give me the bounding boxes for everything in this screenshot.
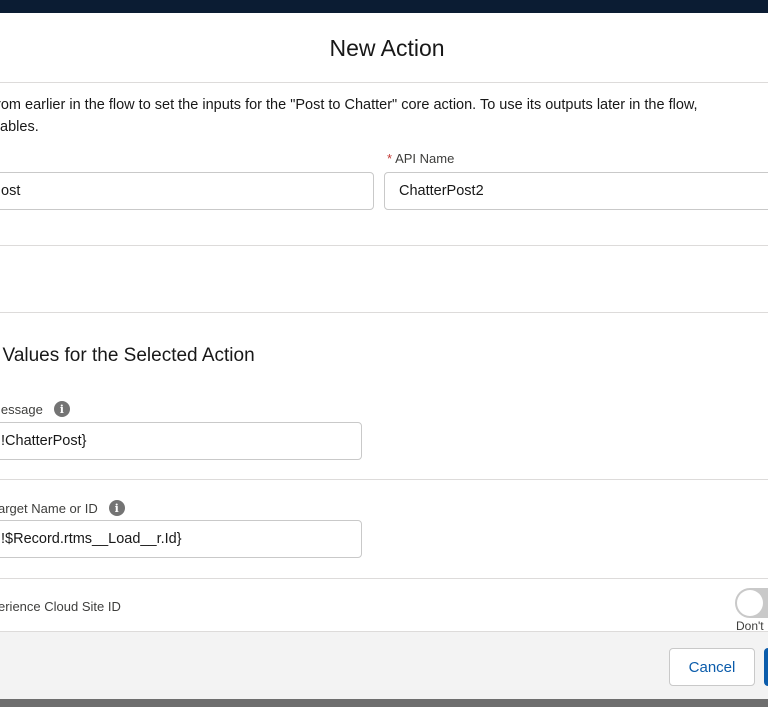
api-name-label-text: API Name [395,151,455,166]
description-line-1: from earlier in the flow to set the inpu… [0,97,698,113]
api-name-label: * API Name [387,151,454,166]
api-name-input[interactable]: ChatterPost2 [384,172,768,210]
message-label: lessage i [0,401,70,417]
modal-footer [0,631,768,699]
bottom-strip [0,699,768,707]
description-line-2: riables. [0,119,39,135]
cancel-button[interactable]: Cancel [669,648,755,686]
app-top-bar [0,0,768,13]
target-label-text: arget Name or ID [0,500,98,516]
modal-header: New Action [0,13,768,83]
divider [0,479,768,480]
experience-cloud-toggle[interactable] [735,588,768,618]
experience-cloud-label: erience Cloud Site ID [0,599,121,614]
divider [0,578,768,579]
target-label: arget Name or ID i [0,500,125,516]
target-input[interactable]: !$Record.rtms__Load__r.Id} [0,520,362,558]
divider [0,245,768,246]
done-button[interactable] [764,648,768,686]
info-icon[interactable]: i [53,401,70,417]
action-description: from earlier in the flow to set the inpu… [0,94,768,138]
label-input[interactable]: ost [0,172,374,210]
required-marker: * [387,151,393,166]
toggle-knob [737,590,763,616]
modal-title: New Action [329,35,445,61]
section-title: t Values for the Selected Action [0,345,255,366]
message-input[interactable]: !ChatterPost} [0,422,362,460]
message-label-text: lessage [0,401,43,417]
divider [0,312,768,313]
info-icon[interactable]: i [108,500,125,516]
